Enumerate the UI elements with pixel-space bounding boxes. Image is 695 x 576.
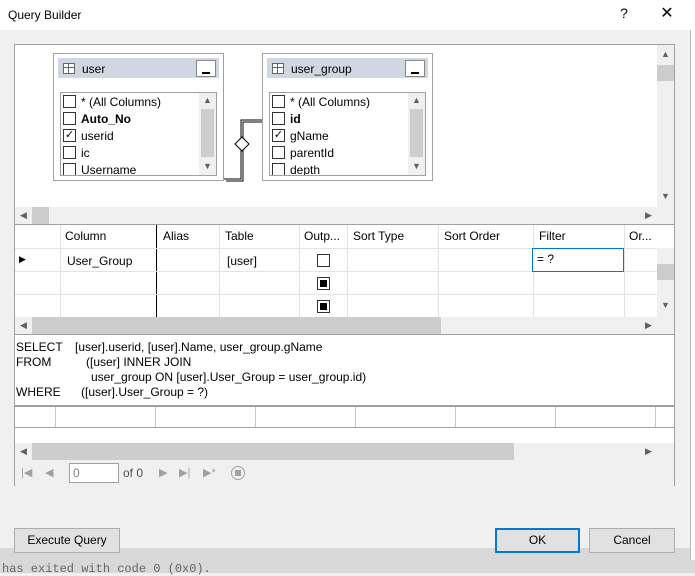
minimize-table-button[interactable] xyxy=(196,60,216,77)
column-checkbox-checked[interactable]: ✓ xyxy=(63,129,76,142)
close-button[interactable]: ✕ xyxy=(658,3,676,23)
next-record-icon[interactable]: ▶ xyxy=(159,466,167,479)
table-icon xyxy=(63,63,75,74)
scroll-right-icon[interactable]: ▶ xyxy=(640,320,657,331)
scroll-right-icon[interactable]: ▶ xyxy=(640,446,657,457)
record-position-input[interactable]: 0 xyxy=(69,463,119,483)
output-checkbox-indeterminate[interactable] xyxy=(317,277,330,290)
scroll-down-icon[interactable]: ▼ xyxy=(657,191,674,201)
cancel-button[interactable]: Cancel xyxy=(589,528,675,553)
scroll-thumb[interactable] xyxy=(410,109,423,157)
scroll-up-icon[interactable]: ▲ xyxy=(199,95,216,105)
criteria-grid[interactable]: Column Alias Table Outp... Sort Type Sor… xyxy=(14,224,675,334)
column-header-alias[interactable]: Alias xyxy=(163,229,189,243)
scroll-thumb[interactable] xyxy=(657,65,674,81)
column-list-user-group[interactable]: * (All Columns) id ✓ gName parentId depth… xyxy=(269,92,426,176)
scroll-thumb[interactable] xyxy=(32,443,514,460)
grid-cell-column[interactable]: User_Group xyxy=(67,254,132,268)
new-record-icon[interactable]: ▶* xyxy=(203,466,216,479)
column-header-filter[interactable]: Filter xyxy=(539,229,566,243)
results-horizontal-scrollbar[interactable]: ◀ ▶ xyxy=(15,443,674,460)
grid-vertical-scrollbar[interactable]: ▼ xyxy=(657,248,674,318)
column-header-table[interactable]: Table xyxy=(225,229,254,243)
table-icon xyxy=(272,63,284,74)
column-list-scrollbar[interactable]: ▲ ▼ xyxy=(408,93,425,175)
scroll-up-icon[interactable]: ▲ xyxy=(408,95,425,105)
column-checkbox-checked[interactable]: ✓ xyxy=(272,129,285,142)
column-header-sort-type[interactable]: Sort Type xyxy=(353,229,404,243)
sql-text: user_group ON [user].User_Group = user_g… xyxy=(91,370,367,384)
scroll-thumb[interactable] xyxy=(657,264,674,280)
column-checkbox[interactable] xyxy=(272,146,285,159)
last-record-icon[interactable]: ▶| xyxy=(179,466,190,479)
scroll-down-icon[interactable]: ▼ xyxy=(199,161,216,171)
column-header-sort-order[interactable]: Sort Order xyxy=(444,229,500,243)
table-header-user[interactable]: user xyxy=(58,58,219,78)
filter-input[interactable]: = ? xyxy=(532,248,624,272)
diagram-horizontal-scrollbar[interactable]: ◀ ▶ xyxy=(15,207,674,224)
table-box-user[interactable]: user * (All Columns) Auto_No ✓ userid ic … xyxy=(53,53,224,181)
results-pane[interactable]: ◀ ▶ |◀ ◀ 0 of 0 ▶ ▶| ▶* xyxy=(14,406,675,486)
sql-text: [user].userid, [user].Name, user_group.g… xyxy=(75,340,323,354)
column-checkbox[interactable] xyxy=(272,95,285,108)
table-name: user_group xyxy=(291,62,352,76)
column-checkbox[interactable] xyxy=(63,163,76,175)
grid-horizontal-scrollbar[interactable]: ◀ ▶ xyxy=(15,317,674,334)
table-box-user-group[interactable]: user_group * (All Columns) id ✓ gName par… xyxy=(262,53,433,181)
record-count-label: of 0 xyxy=(123,466,144,480)
scroll-thumb[interactable] xyxy=(201,109,214,157)
sql-text: ([user] INNER JOIN xyxy=(86,355,192,369)
scroll-down-icon[interactable]: ▼ xyxy=(657,300,674,310)
scroll-left-icon[interactable]: ◀ xyxy=(15,446,32,457)
column-checkbox[interactable] xyxy=(63,146,76,159)
ok-button[interactable]: OK xyxy=(495,528,580,553)
stop-icon[interactable] xyxy=(231,466,245,480)
output-checkbox[interactable] xyxy=(317,254,330,267)
scroll-down-icon[interactable]: ▼ xyxy=(408,161,425,171)
output-checkbox-indeterminate[interactable] xyxy=(317,300,330,313)
column-header-output[interactable]: Outp... xyxy=(304,229,340,243)
scroll-left-icon[interactable]: ◀ xyxy=(15,210,32,221)
column-list-scrollbar[interactable]: ▲ ▼ xyxy=(199,93,216,175)
diagram-vertical-scrollbar[interactable]: ▲ ▼ xyxy=(657,45,674,207)
column-list-user[interactable]: * (All Columns) Auto_No ✓ userid ic Usern… xyxy=(60,92,217,176)
minimize-table-button[interactable] xyxy=(405,60,425,77)
background-edge xyxy=(690,30,695,560)
sql-text: ([user].User_Group = ?) xyxy=(81,385,209,399)
first-record-icon[interactable]: |◀ xyxy=(21,466,32,479)
column-checkbox[interactable] xyxy=(272,163,285,175)
help-button[interactable]: ? xyxy=(617,5,631,21)
column-checkbox[interactable] xyxy=(63,95,76,108)
dialog-title: Query Builder xyxy=(8,8,82,22)
sql-keyword: WHERE xyxy=(16,385,61,399)
scroll-up-icon[interactable]: ▲ xyxy=(657,49,674,59)
previous-record-icon[interactable]: ◀ xyxy=(45,466,53,479)
grid-cell-table[interactable]: [user] xyxy=(227,254,257,268)
title-bar: Query Builder ? ✕ xyxy=(0,0,695,30)
column-header-or[interactable]: Or... xyxy=(629,229,652,243)
record-navigator: |◀ ◀ 0 of 0 ▶ ▶| ▶* xyxy=(15,460,674,486)
table-header-user-group[interactable]: user_group xyxy=(267,58,428,78)
column-checkbox[interactable] xyxy=(63,112,76,125)
table-name: user xyxy=(82,62,106,76)
sql-pane[interactable]: SELECT [user].userid, [user].Name, user_… xyxy=(14,334,675,406)
scroll-thumb[interactable] xyxy=(32,317,441,334)
join-diamond-icon xyxy=(234,136,250,152)
column-header-column[interactable]: Column xyxy=(65,229,106,243)
scroll-right-icon[interactable]: ▶ xyxy=(640,210,657,221)
sql-keyword: FROM xyxy=(16,355,52,369)
background-output-text: has exited with code 0 (0x0). xyxy=(2,562,211,576)
diagram-pane[interactable]: user * (All Columns) Auto_No ✓ userid ic … xyxy=(14,44,675,224)
row-selector-icon[interactable]: ▶ xyxy=(19,254,26,265)
scroll-thumb[interactable] xyxy=(32,207,49,224)
scroll-left-icon[interactable]: ◀ xyxy=(15,320,32,331)
column-checkbox[interactable] xyxy=(272,112,285,125)
execute-query-button[interactable]: Execute Query xyxy=(14,528,120,553)
sql-keyword: SELECT xyxy=(16,340,63,354)
